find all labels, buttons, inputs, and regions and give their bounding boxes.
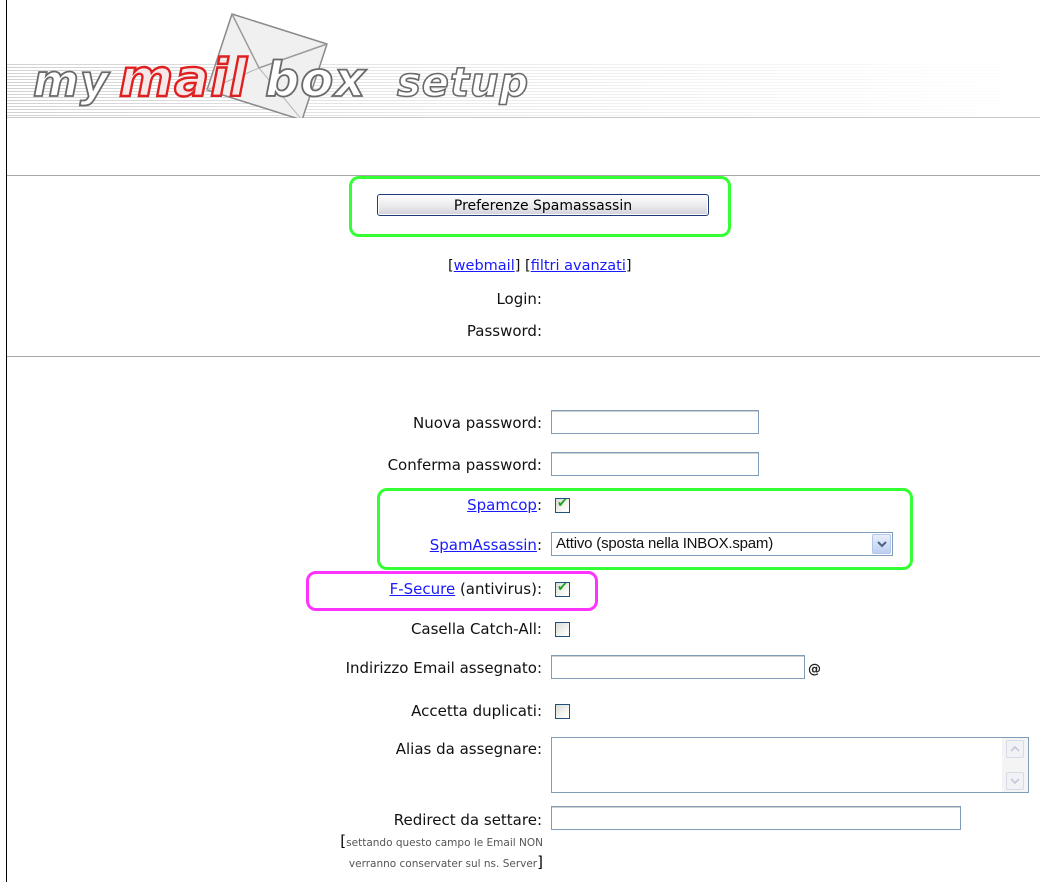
- svg-text:box: box: [265, 52, 367, 108]
- aliases-textarea[interactable]: [551, 737, 1029, 793]
- scroll-up-icon[interactable]: [1006, 740, 1024, 758]
- highlight-box-spam-filters: [377, 488, 913, 570]
- fsecure-link[interactable]: F-Secure: [390, 580, 456, 598]
- redirect-note: [settando questo campo le Email NON verr…: [340, 832, 543, 871]
- redirect-label: Redirect da settare:: [393, 811, 542, 829]
- catch-all-label: Casella Catch-All:: [410, 620, 542, 638]
- new-password-input[interactable]: [551, 410, 759, 434]
- confirm-password-label: Conferma password:: [387, 456, 542, 474]
- scrollbar[interactable]: [1002, 738, 1028, 792]
- spamassassin-select[interactable]: Attivo (sposta nella INBOX.spam): [551, 532, 893, 556]
- confirm-password-input[interactable]: [551, 452, 759, 476]
- assigned-email-label: Indirizzo Email assegnato:: [345, 659, 542, 677]
- spamassassin-label: SpamAssassin:: [429, 536, 542, 554]
- redirect-input[interactable]: [551, 806, 961, 830]
- aliases-label: Alias da assegnare:: [395, 740, 542, 758]
- mymailbox-logo: my mail box setup: [27, 8, 567, 118]
- advanced-filters-link[interactable]: filtri avanzati: [531, 258, 626, 274]
- check-icon: ✔: [557, 496, 568, 511]
- login-label: Login:: [496, 290, 542, 308]
- spamcop-checkbox[interactable]: ✔: [555, 496, 570, 513]
- header-banner: my mail box setup: [7, 0, 1040, 118]
- new-password-label: Nuova password:: [412, 414, 542, 432]
- assigned-email-input[interactable]: [551, 655, 805, 679]
- spamassassin-link[interactable]: SpamAssassin: [430, 536, 537, 554]
- svg-text:mail: mail: [119, 49, 248, 109]
- spamcop-label: Spamcop:: [467, 496, 542, 514]
- fsecure-checkbox[interactable]: ✔: [555, 580, 570, 597]
- at-sign: @: [808, 662, 821, 677]
- account-links: [webmail] [filtri avanzati]: [448, 258, 632, 274]
- spamcop-link[interactable]: Spamcop: [467, 496, 537, 514]
- spamassassin-selected-value: Attivo (sposta nella INBOX.spam): [556, 535, 774, 552]
- svg-text:setup: setup: [397, 60, 529, 106]
- section-divider-middle: [7, 356, 1040, 357]
- spamassassin-preferences-button[interactable]: Preferenze Spamassassin: [377, 194, 709, 216]
- fsecure-label: F-Secure (antivirus):: [389, 580, 542, 598]
- chevron-down-icon[interactable]: [872, 534, 891, 554]
- scroll-down-icon[interactable]: [1006, 772, 1024, 790]
- password-label: Password:: [466, 322, 542, 340]
- accept-duplicates-label: Accetta duplicati:: [411, 702, 542, 720]
- webmail-link[interactable]: webmail: [454, 258, 515, 274]
- catch-all-checkbox[interactable]: [555, 622, 570, 637]
- svg-text:my: my: [33, 56, 111, 107]
- check-icon: ✔: [557, 580, 568, 595]
- accept-duplicates-checkbox[interactable]: [555, 704, 570, 719]
